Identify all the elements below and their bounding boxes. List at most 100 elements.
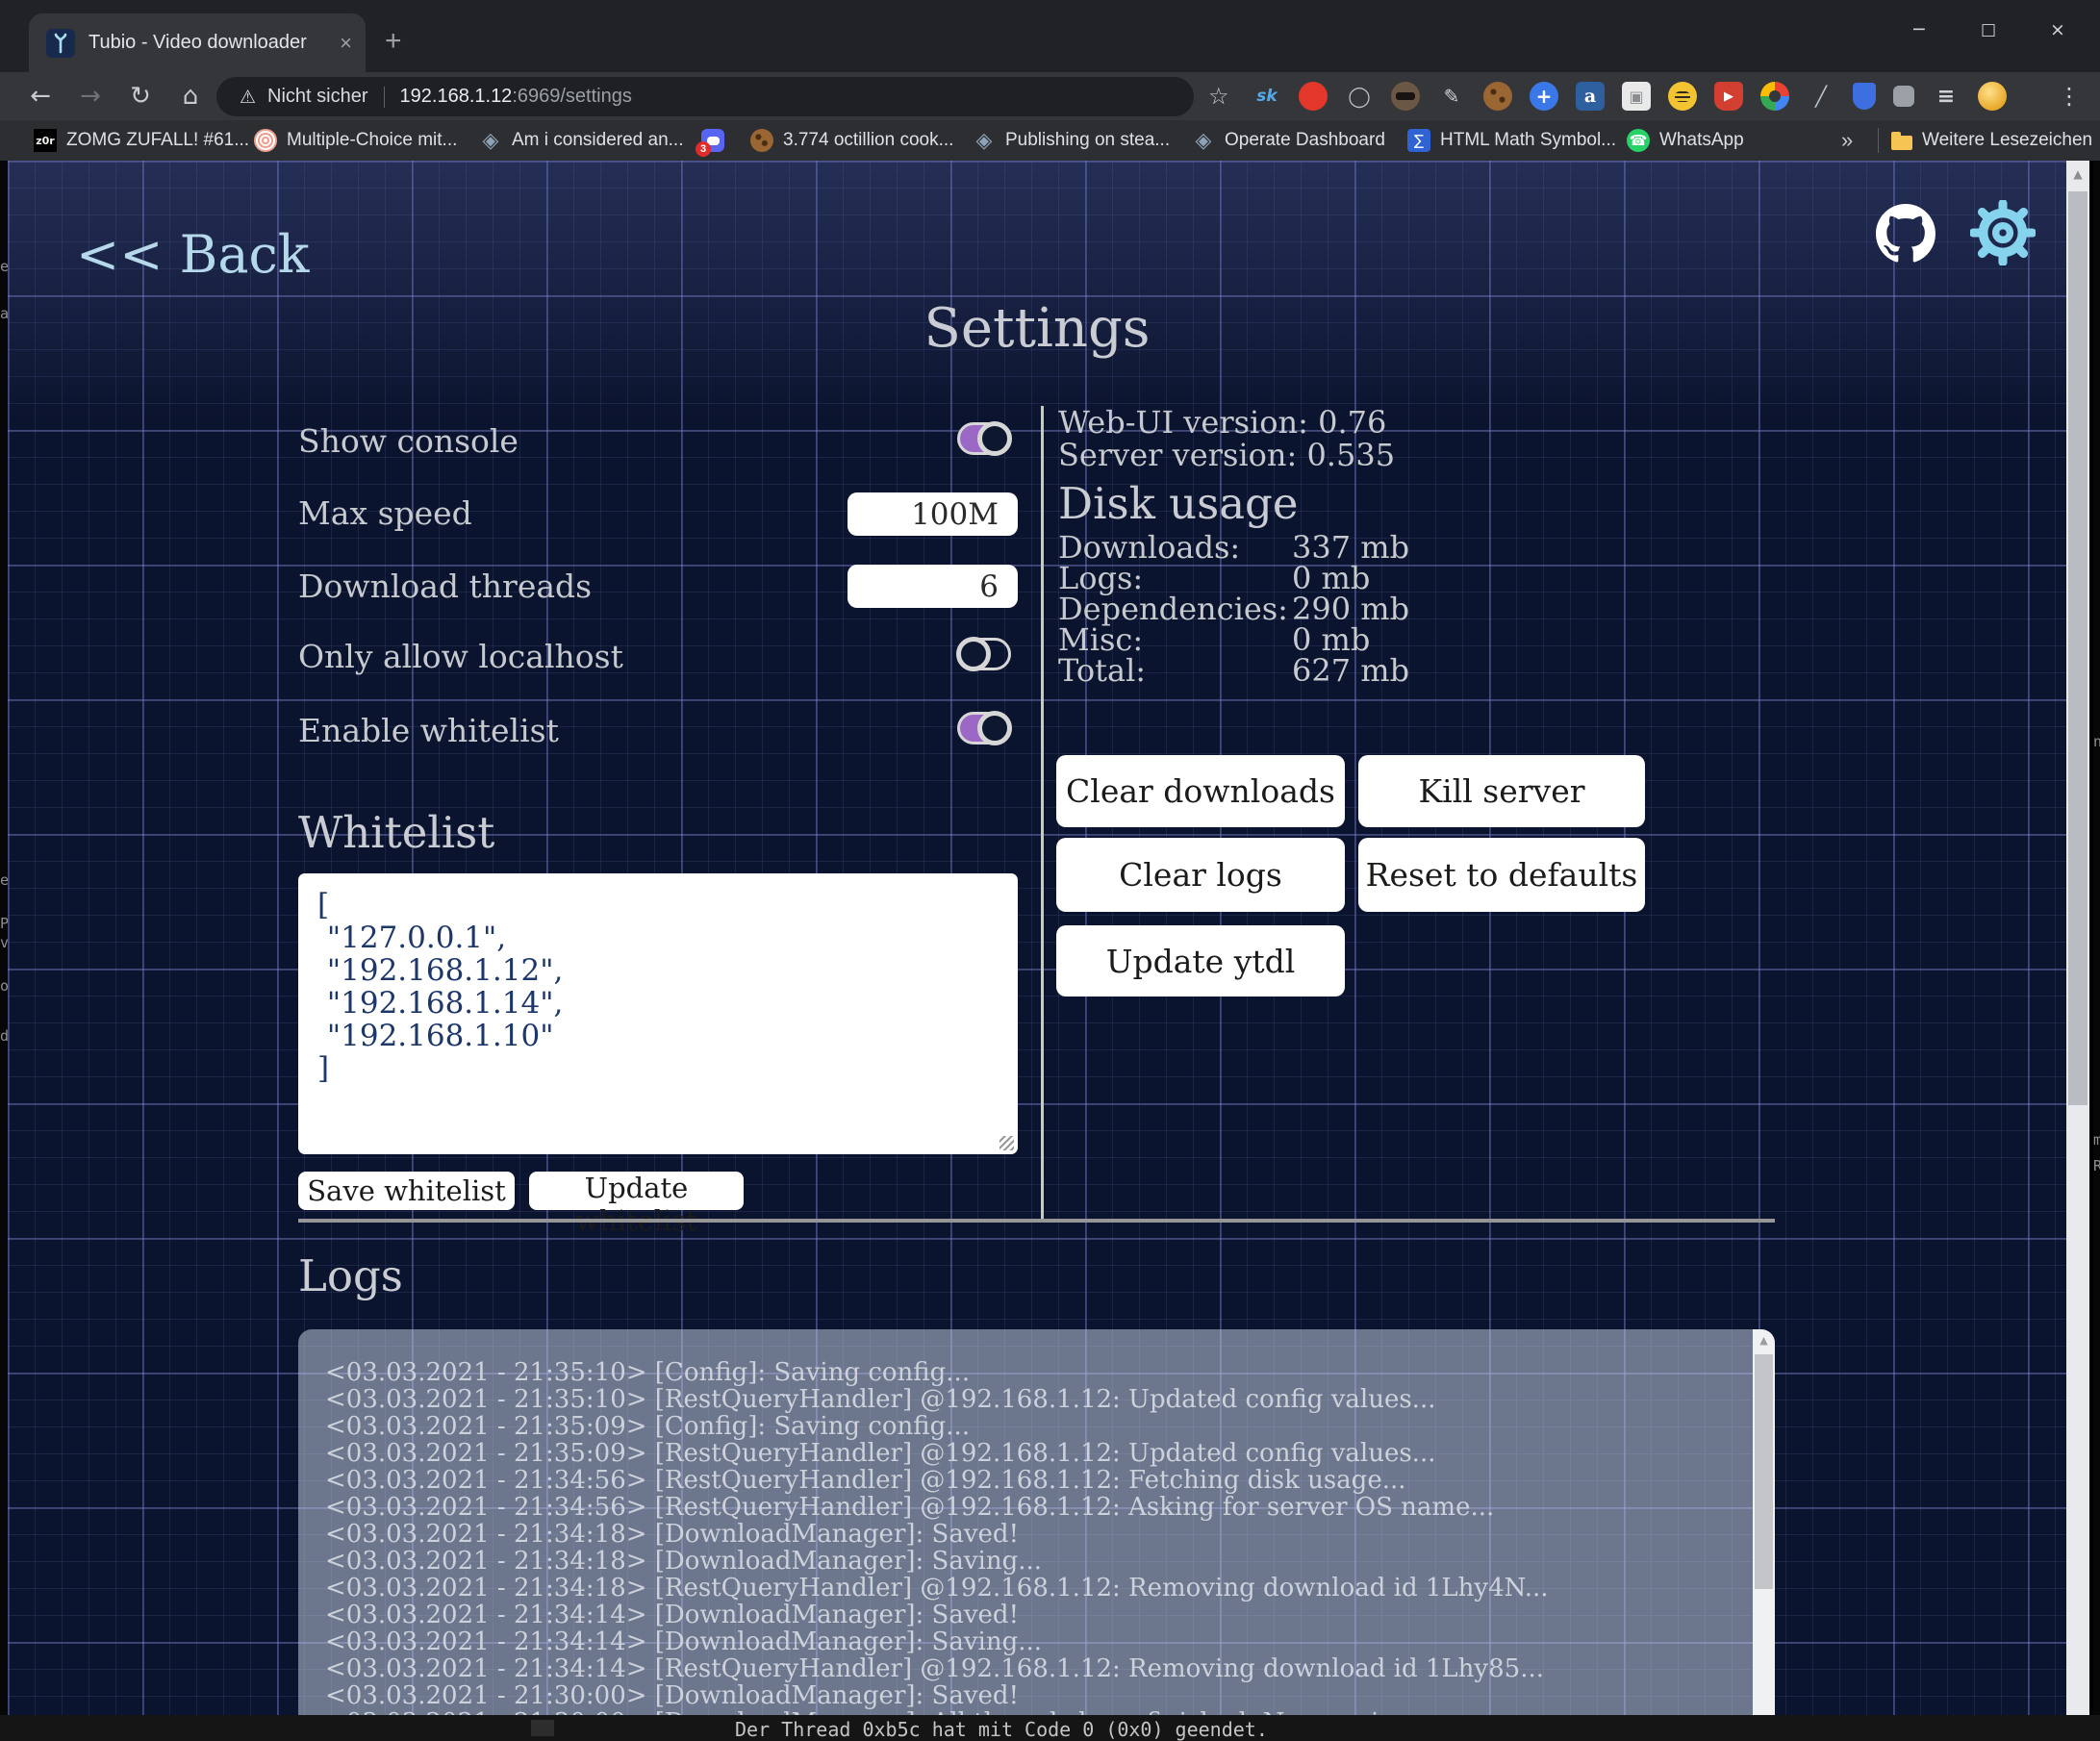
- page-title: Settings: [8, 297, 2066, 360]
- scroll-up-arrow-icon[interactable]: ▲: [1753, 1329, 1775, 1352]
- bookmark-whatsapp[interactable]: ☎ WhatsApp: [1627, 120, 1744, 161]
- home-icon[interactable]: ⌂: [171, 72, 210, 120]
- log-line: <03.03.2021 - 21:34:14> [RestQueryHandle…: [325, 1655, 1736, 1682]
- toggle-knob: [977, 421, 1012, 456]
- tab-bar: Tubio - Video downloader × + ─ □ ×: [0, 0, 2100, 72]
- reload-icon[interactable]: ↻: [121, 72, 160, 120]
- not-secure-warning-icon[interactable]: ⚠: [240, 87, 256, 108]
- back-link[interactable]: << Back: [76, 224, 310, 285]
- bookmark-publishing-steam[interactable]: ◈ Publishing on stea...: [973, 120, 1170, 161]
- settings-gear-icon[interactable]: [1970, 200, 2036, 265]
- bookmark-label: Multiple-Choice mit...: [287, 130, 457, 151]
- update-ytdl-button[interactable]: Update ytdl: [1056, 925, 1345, 997]
- edge-text: n: [2093, 733, 2100, 750]
- unity-icon: ◈: [973, 129, 996, 152]
- bookmark-am-i-considered[interactable]: ◈ Am i considered an...: [479, 120, 683, 161]
- profile-avatar[interactable]: [1978, 82, 2007, 111]
- bookmark-html-math[interactable]: ∑ HTML Math Symbol...: [1407, 120, 1616, 161]
- debug-window-fragment: [531, 1720, 554, 1736]
- browser-menu-icon[interactable]: ⋮: [2058, 72, 2081, 120]
- window-close-button[interactable]: ×: [2038, 13, 2077, 46]
- amazon-extension-icon[interactable]: a: [1576, 82, 1605, 111]
- puzzle-extension-icon[interactable]: [1893, 86, 1914, 107]
- bookmark-label: ZOMG ZUFALL! #61...: [66, 130, 249, 151]
- cross-extension-icon[interactable]: +: [1530, 82, 1558, 111]
- page-scrollbar-thumb[interactable]: [2068, 191, 2087, 1105]
- debug-output-text: Der Thread 0xb5c hat mit Code 0 (0x0) ge…: [735, 1718, 1268, 1741]
- other-bookmarks-folder[interactable]: Weitere Lesezeichen: [1891, 120, 2092, 161]
- tab-close-icon[interactable]: ×: [340, 31, 352, 56]
- only-localhost-toggle[interactable]: [957, 638, 1011, 670]
- bookmark-star-icon[interactable]: ☆: [1208, 72, 1229, 120]
- edge-text: o: [0, 977, 8, 995]
- log-line: <03.03.2021 - 21:30:00> [DownloadManager…: [325, 1682, 1736, 1709]
- bookmark-discord[interactable]: 3: [701, 120, 724, 161]
- shield-extension-icon[interactable]: [1853, 83, 1876, 110]
- whitelist-title: Whitelist: [298, 807, 494, 858]
- play-shield-extension-icon[interactable]: ▶: [1714, 82, 1743, 111]
- security-label[interactable]: Nicht sicher: [267, 86, 367, 108]
- bookmark-label: HTML Math Symbol...: [1440, 130, 1616, 151]
- save-whitelist-button[interactable]: Save whitelist: [298, 1172, 515, 1210]
- spiral-icon: [254, 129, 277, 152]
- google-extension-icon[interactable]: [1760, 82, 1789, 111]
- server-version: Server version: 0.535: [1058, 437, 1395, 473]
- page-scrollbar[interactable]: ▲: [2066, 161, 2089, 1715]
- clear-logs-button[interactable]: Clear logs: [1056, 838, 1345, 912]
- math-icon: ∑: [1407, 129, 1430, 152]
- logs-scrollbar-thumb[interactable]: [1755, 1354, 1773, 1589]
- sk-extension-icon[interactable]: sk: [1252, 82, 1281, 111]
- mask-extension-icon[interactable]: [1391, 82, 1420, 111]
- textarea-resize-grip[interactable]: [999, 1136, 1014, 1150]
- logs-panel[interactable]: <03.03.2021 - 21:35:10> [Config]: Saving…: [298, 1329, 1775, 1715]
- window-minimize-button[interactable]: ─: [1900, 13, 1938, 46]
- back-icon[interactable]: ←: [21, 72, 60, 120]
- show-console-toggle[interactable]: [957, 422, 1011, 455]
- kill-server-button[interactable]: Kill server: [1358, 755, 1645, 827]
- new-tab-button[interactable]: +: [385, 27, 402, 56]
- address-bar[interactable]: ⚠ Nicht sicher 192.168.1.12 :6969/settin…: [216, 77, 1194, 116]
- bookmark-label: Am i considered an...: [512, 130, 683, 151]
- vertical-divider: [1041, 406, 1044, 1223]
- enable-whitelist-label: Enable whitelist: [298, 711, 559, 751]
- logs-scrollbar[interactable]: ▲: [1753, 1329, 1775, 1715]
- ring-extension-icon[interactable]: ◯: [1345, 82, 1374, 111]
- tubio-favicon-icon: [46, 29, 75, 58]
- playlist-extension-icon[interactable]: ≡: [1932, 82, 1961, 111]
- browser-tab[interactable]: Tubio - Video downloader ×: [29, 13, 366, 72]
- adblock-hand-icon[interactable]: [1299, 82, 1328, 111]
- bookmark-operate-dashboard[interactable]: ◈ Operate Dashboard: [1192, 120, 1385, 161]
- edge-text: a: [0, 305, 8, 322]
- discord-badge: 3: [696, 141, 711, 157]
- bookmark-label: Publishing on stea...: [1005, 130, 1170, 151]
- url-host[interactable]: 192.168.1.12: [400, 86, 513, 108]
- photos-extension-icon[interactable]: ▣: [1622, 82, 1651, 111]
- tubio-settings-page: << Back Settings: [8, 161, 2089, 1715]
- forward-icon[interactable]: →: [71, 72, 110, 120]
- bookmark-octillion-cookies[interactable]: 3.774 octillion cook...: [750, 120, 953, 161]
- log-line: <03.03.2021 - 21:35:10> [RestQueryHandle…: [325, 1386, 1736, 1413]
- window-maximize-button[interactable]: □: [1969, 13, 2008, 46]
- log-line: <03.03.2021 - 21:34:18> [DownloadManager…: [325, 1521, 1736, 1548]
- bookmark-multiple-choice[interactable]: Multiple-Choice mit...: [254, 120, 457, 161]
- edge-text: d: [0, 1027, 8, 1045]
- log-line: <03.03.2021 - 21:34:56> [RestQueryHandle…: [325, 1467, 1736, 1494]
- bookmark-label: WhatsApp: [1659, 130, 1744, 151]
- pen-extension-icon[interactable]: ✎: [1437, 82, 1466, 111]
- clear-downloads-button[interactable]: Clear downloads: [1056, 755, 1345, 827]
- url-path[interactable]: :6969/settings: [512, 86, 632, 108]
- whitelist-textarea[interactable]: [ "127.0.0.1", "192.168.1.12", "192.168.…: [298, 873, 1018, 1154]
- syringe-extension-icon[interactable]: ╱: [1807, 82, 1835, 111]
- bookmark-zomg[interactable]: z0r ZOMG ZUFALL! #61...: [34, 120, 249, 161]
- enable-whitelist-toggle[interactable]: [957, 712, 1011, 744]
- max-speed-input[interactable]: [848, 492, 1018, 536]
- cookie-extension-icon[interactable]: [1483, 82, 1512, 111]
- reset-defaults-button[interactable]: Reset to defaults: [1358, 838, 1645, 912]
- update-whitelist-button[interactable]: Update whitelist: [529, 1172, 744, 1210]
- download-threads-input[interactable]: [848, 565, 1018, 608]
- github-icon[interactable]: [1876, 204, 1936, 264]
- bookmarks-overflow-chevron[interactable]: »: [1841, 120, 1853, 161]
- scroll-up-arrow-icon[interactable]: ▲: [2066, 161, 2089, 188]
- log-line: <03.03.2021 - 21:34:56> [RestQueryHandle…: [325, 1494, 1736, 1521]
- bee-extension-icon[interactable]: [1668, 82, 1697, 111]
